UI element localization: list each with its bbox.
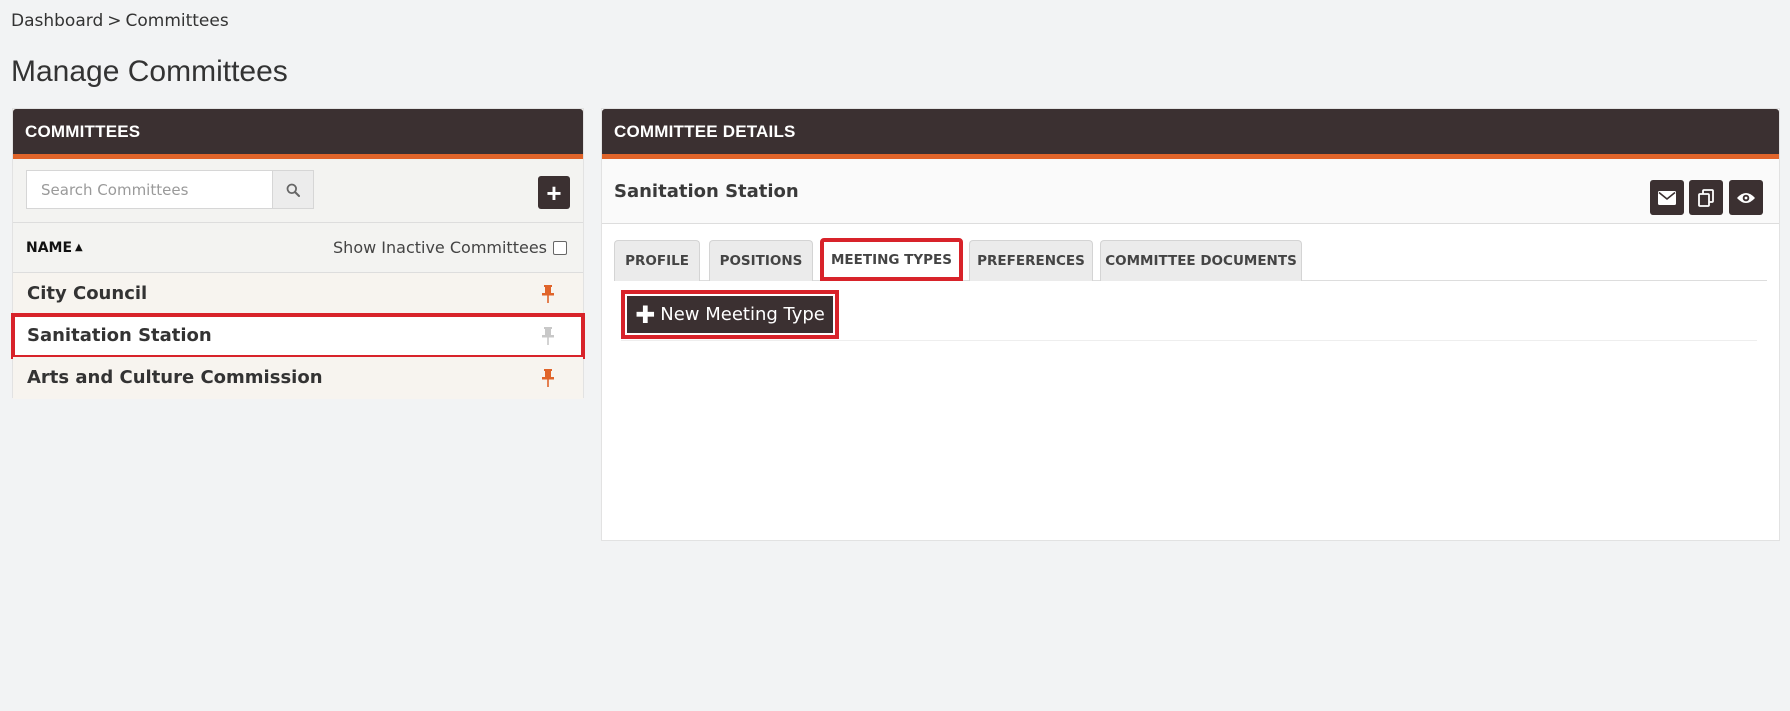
- tab-meeting-types[interactable]: MEETING TYPES: [820, 238, 963, 281]
- committee-name: City Council: [27, 283, 148, 304]
- committee-title: Sanitation Station: [614, 181, 799, 202]
- committee-list-item[interactable]: City Council: [13, 273, 583, 315]
- search-icon: [286, 183, 300, 197]
- committee-title-row: Sanitation Station: [602, 159, 1779, 224]
- plus-icon: ✚: [635, 300, 656, 329]
- committee-list-header: NAME ▲ Show Inactive Committees: [13, 223, 583, 273]
- breadcrumb: Dashboard > Committees: [11, 11, 229, 31]
- tab-committee-documents[interactable]: COMMITTEE DOCUMENTS: [1100, 240, 1302, 281]
- search-committees-input[interactable]: [26, 170, 272, 209]
- email-button[interactable]: [1650, 180, 1684, 215]
- add-committee-button[interactable]: +: [538, 176, 570, 209]
- committee-list-item[interactable]: Arts and Culture Commission: [13, 357, 583, 399]
- eye-icon: [1737, 192, 1755, 203]
- tab-positions[interactable]: POSITIONS: [709, 240, 813, 281]
- breadcrumb-separator: >: [107, 11, 122, 31]
- new-meeting-type-button-body[interactable]: ✚ New Meeting Type: [627, 296, 833, 333]
- preview-button[interactable]: [1729, 180, 1763, 215]
- search-button[interactable]: [272, 170, 314, 209]
- committee-tabs: PROFILE POSITIONS MEETING TYPES PREFEREN…: [614, 237, 1767, 281]
- tab-preferences[interactable]: PREFERENCES: [969, 240, 1093, 281]
- committees-panel-header: COMMITTEES: [13, 109, 583, 159]
- pin-icon[interactable]: [541, 369, 555, 387]
- show-inactive-toggle[interactable]: Show Inactive Committees: [333, 238, 567, 257]
- pin-icon[interactable]: [541, 285, 555, 303]
- copy-icon: [1698, 188, 1714, 207]
- copy-button[interactable]: [1689, 180, 1723, 215]
- show-inactive-checkbox[interactable]: [553, 240, 567, 255]
- sort-asc-icon: ▲: [75, 242, 83, 253]
- breadcrumb-dashboard-link[interactable]: Dashboard: [11, 11, 103, 31]
- breadcrumb-current: Committees: [125, 11, 229, 31]
- new-meeting-type-button[interactable]: ✚ New Meeting Type: [621, 290, 839, 339]
- committee-details-panel: COMMITTEE DETAILS Sanitation Station PRO…: [601, 108, 1780, 541]
- content-divider: [621, 340, 1757, 341]
- committee-search-row: +: [13, 159, 583, 223]
- committee-name: Sanitation Station: [27, 325, 212, 346]
- page-title: Manage Committees: [11, 55, 288, 88]
- name-column-label: NAME: [26, 240, 73, 256]
- pin-icon[interactable]: [541, 327, 555, 345]
- new-meeting-type-label: New Meeting Type: [660, 304, 825, 325]
- tab-profile[interactable]: PROFILE: [614, 240, 700, 281]
- show-inactive-label: Show Inactive Committees: [333, 238, 547, 257]
- committees-panel: COMMITTEES + NAME▲ Show Inactive Committ…: [11, 108, 585, 399]
- committee-name: Arts and Culture Commission: [27, 367, 323, 388]
- committee-details-header: COMMITTEE DETAILS: [602, 109, 1779, 159]
- envelope-icon: [1658, 190, 1676, 205]
- committee-list-item[interactable]: Sanitation Station: [11, 313, 585, 359]
- name-column-header[interactable]: NAME ▲: [26, 240, 83, 256]
